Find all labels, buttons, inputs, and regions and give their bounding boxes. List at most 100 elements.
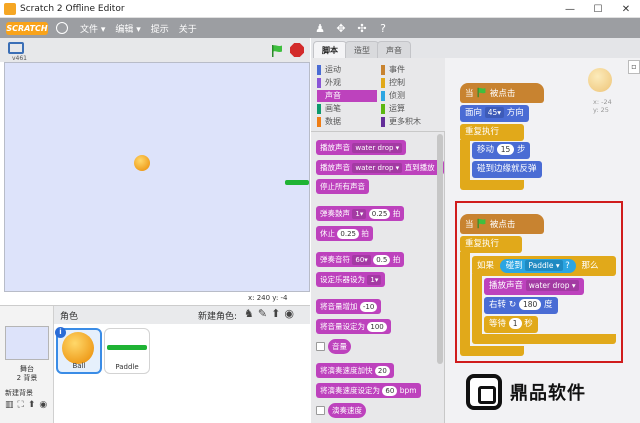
grow-icon[interactable]: ✥: [335, 22, 347, 35]
forever-foot: [460, 180, 524, 190]
category-sensing[interactable]: 侦测: [381, 90, 405, 102]
maximize-button[interactable]: ☐: [584, 0, 612, 18]
block-turn-right[interactable]: 右转 ↻ 180 度: [484, 297, 558, 314]
category-events[interactable]: 事件: [381, 64, 405, 76]
menu-file[interactable]: 文件 ▾: [80, 22, 105, 35]
block-when-flag-clicked[interactable]: 当 被点击: [460, 214, 544, 234]
watermark-logo-icon: [466, 374, 502, 410]
watermark: 鼎品软件: [466, 372, 640, 412]
choose-sprite-icon[interactable]: ♞: [244, 307, 254, 320]
category-sound[interactable]: 声音: [317, 90, 377, 102]
sprite-tile-paddle[interactable]: Paddle: [104, 328, 150, 374]
reporter-tempo[interactable]: 演奏速度: [328, 403, 366, 418]
block-palette: 运动 外观 声音 画笔 数据 事件 控制 侦测 运算 更多积木 播放声音 wat…: [311, 58, 445, 423]
menu-tips[interactable]: 提示: [151, 22, 169, 35]
menu-edit[interactable]: 编辑 ▾: [115, 22, 140, 35]
stop-icon[interactable]: [290, 43, 304, 57]
sprite-preview: [588, 68, 612, 92]
camera-icon[interactable]: ◉: [284, 307, 294, 320]
block-set-volume[interactable]: 将音量设定为 100: [316, 319, 391, 334]
mouse-coordinates: x: 240 y: -4: [248, 294, 288, 302]
block-play-sound-until-done[interactable]: 播放声音 water drop ▾ 直到播放: [316, 160, 444, 175]
sprite-name: Ball: [72, 362, 86, 370]
editor-tabs: 脚本 造型 声音: [311, 38, 640, 58]
category-control[interactable]: 控制: [381, 77, 405, 89]
green-flag-icon: [477, 218, 486, 229]
tab-sounds[interactable]: 声音: [377, 41, 411, 58]
camera-icon[interactable]: ◉: [39, 400, 47, 410]
forever-foot: [460, 346, 524, 356]
block-touching[interactable]: 碰到 Paddle ▾ ?: [499, 259, 576, 273]
block-when-flag-clicked[interactable]: 当 被点击: [460, 83, 544, 103]
paint-backdrop-icon[interactable]: ▥: [5, 400, 14, 410]
stage-thumbnail[interactable]: [5, 326, 49, 360]
category-looks[interactable]: 外观: [317, 77, 341, 89]
stamp-icon[interactable]: ♟: [314, 22, 326, 35]
menu-about[interactable]: 关于: [179, 22, 197, 35]
scroll-up-button[interactable]: ▫: [628, 60, 640, 74]
block-play-sound[interactable]: 播放声音 water drop ▾: [484, 278, 584, 295]
globe-icon[interactable]: [56, 22, 68, 34]
block-change-tempo[interactable]: 将演奏速度加快 20: [316, 363, 394, 378]
block-point-in-direction[interactable]: 面向 45▾ 方向: [460, 105, 529, 122]
block-change-volume[interactable]: 将音量增加 -10: [316, 299, 382, 314]
paddle-thumbnail: [107, 345, 147, 350]
sprite-header: 角色 新建角色: ♞ ✎ ⬆ ◉: [54, 306, 310, 324]
category-motion[interactable]: 运动: [317, 64, 341, 76]
sprite-name: Paddle: [115, 363, 139, 371]
block-bounce-on-edge[interactable]: 碰到边缘就反弹: [472, 161, 542, 178]
tempo-checkbox[interactable]: [316, 406, 325, 415]
block-if-then[interactable]: 如果 碰到 Paddle ▾ ? 那么: [472, 256, 616, 276]
sprite-tile-ball[interactable]: i Ball: [55, 327, 102, 374]
block-stop-all-sounds[interactable]: 停止所有声音: [316, 179, 369, 194]
green-flag-icon[interactable]: [270, 44, 284, 58]
category-list: 运动 外观 声音 画笔 数据 事件 控制 侦测 运算 更多积木: [311, 58, 445, 132]
upload-sprite-icon[interactable]: ⬆: [271, 307, 280, 320]
block-forever[interactable]: 重复执行: [460, 124, 524, 141]
block-set-instrument[interactable]: 设定乐器设为 1▾: [316, 272, 386, 287]
block-move-steps[interactable]: 移动 15 步: [472, 142, 531, 159]
tab-scripts[interactable]: 脚本: [313, 41, 347, 58]
title-bar: Scratch 2 Offline Editor — ☐ ✕: [0, 0, 640, 18]
new-sprite-label: 新建角色:: [198, 312, 238, 322]
block-wait[interactable]: 等待 1 秒: [484, 316, 538, 333]
upload-backdrop-icon[interactable]: ⬆: [28, 400, 36, 410]
sprite-y: y: 25: [593, 106, 609, 114]
palette-scrollbar[interactable]: [437, 134, 443, 364]
help-icon[interactable]: ?: [377, 22, 389, 35]
block-set-tempo[interactable]: 将演奏速度设定为 60 bpm: [316, 383, 421, 398]
ball-sprite[interactable]: [134, 155, 150, 171]
window-title: Scratch 2 Offline Editor: [20, 3, 125, 14]
if-frame: [472, 274, 482, 338]
tab-costumes[interactable]: 造型: [345, 41, 379, 58]
paddle-sprite[interactable]: [285, 180, 309, 185]
category-more-blocks[interactable]: 更多积木: [381, 116, 421, 128]
volume-checkbox[interactable]: [316, 342, 325, 351]
scratch-app-icon: [4, 2, 16, 15]
shrink-icon[interactable]: ✣: [356, 22, 368, 35]
menu-bar: SCRATCH 文件 ▾ 编辑 ▾ 提示 关于 ♟ ✥ ✣ ?: [0, 18, 640, 38]
category-operators[interactable]: 运算: [381, 103, 405, 115]
category-pen[interactable]: 画笔: [317, 103, 341, 115]
paint-sprite-icon[interactable]: ✎: [258, 307, 267, 320]
forever-frame: [460, 252, 470, 350]
sprites-title: 角色: [60, 312, 79, 322]
block-rest-for[interactable]: 休止 0.25 拍: [316, 226, 373, 241]
stage-canvas[interactable]: [4, 62, 310, 292]
reporter-volume[interactable]: 音量: [328, 339, 351, 354]
info-icon[interactable]: i: [55, 327, 66, 338]
backdrop-count: 2 背景: [16, 374, 38, 382]
block-forever[interactable]: 重复执行: [460, 236, 522, 253]
category-data[interactable]: 数据: [317, 116, 341, 128]
version-label: v461: [12, 55, 28, 62]
block-play-drum[interactable]: 弹奏鼓声 1▾ 0.25 拍: [316, 206, 405, 221]
block-play-sound[interactable]: 播放声音 water drop ▾: [316, 140, 407, 155]
fullscreen-icon[interactable]: [8, 42, 24, 54]
new-backdrop-label: 新建背景: [5, 389, 33, 397]
if-foot: [472, 334, 616, 344]
scratch-logo[interactable]: SCRATCH: [6, 21, 48, 35]
block-play-note[interactable]: 弹奏音符 60▾ 0.5 拍: [316, 252, 405, 267]
choose-backdrop-icon[interactable]: ⛶: [18, 400, 24, 410]
minimize-button[interactable]: —: [556, 0, 584, 18]
close-button[interactable]: ✕: [612, 0, 640, 18]
